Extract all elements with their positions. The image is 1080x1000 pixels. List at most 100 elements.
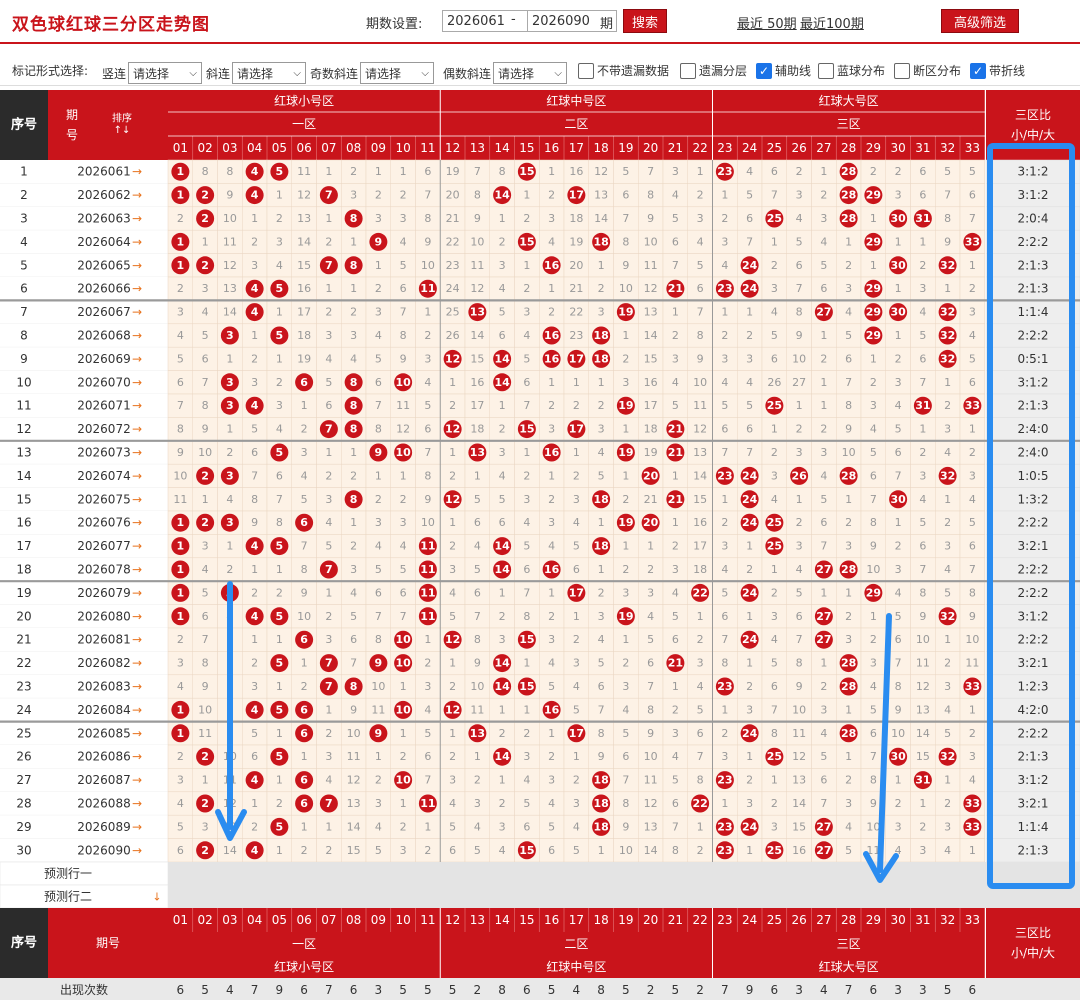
arrow-right-icon[interactable]: → — [132, 375, 142, 389]
arrow-right-icon[interactable]: → — [132, 469, 142, 483]
aux-line-option[interactable]: ✓ 辅助线 — [756, 62, 811, 79]
missing-count: 4 — [721, 376, 728, 389]
missing-count: 1 — [325, 703, 332, 716]
row-period: 2026077 — [77, 539, 130, 553]
missing-count: 7 — [350, 657, 357, 670]
sort-arrows-icon[interactable]: ↑↓ — [114, 125, 131, 136]
missing-count: 17 — [470, 399, 484, 412]
predict-row-cell[interactable] — [168, 885, 1080, 908]
arrow-right-icon[interactable]: → — [132, 797, 142, 811]
number-header-label: 13 — [470, 141, 485, 155]
odd-diagonal-select[interactable]: 请选择 ⌵ — [360, 62, 435, 84]
row-index: 23 — [16, 680, 31, 694]
missing-count: 10 — [347, 727, 361, 740]
recent-100-link[interactable]: 最近100期 — [800, 13, 864, 32]
missing-count: 11 — [347, 750, 361, 763]
missing-count: 4 — [548, 657, 555, 670]
arrow-right-icon[interactable]: → — [132, 305, 142, 319]
arrow-right-icon[interactable]: → — [132, 399, 142, 413]
row-index: 10 — [16, 375, 31, 389]
row-index: 13 — [16, 446, 31, 460]
arrow-right-icon[interactable]: → — [132, 656, 142, 670]
aux-line-checkbox[interactable]: ✓ — [756, 62, 772, 79]
arrow-right-icon[interactable]: → — [132, 492, 142, 506]
arrow-right-icon[interactable]: → — [132, 516, 142, 530]
no-missing-data-checkbox[interactable] — [578, 62, 594, 79]
arrow-right-icon[interactable]: → — [132, 258, 142, 272]
missing-count: 5 — [944, 727, 951, 740]
arrow-right-icon[interactable]: → — [132, 586, 142, 600]
missing-count: 12 — [644, 797, 658, 810]
missing-count: 2 — [325, 610, 332, 623]
arrow-right-icon[interactable]: → — [132, 235, 142, 249]
missing-count: 2 — [400, 493, 407, 506]
arrow-right-icon[interactable]: → — [132, 352, 142, 366]
missing-layer-checkbox[interactable] — [680, 62, 696, 79]
arrow-right-icon[interactable]: → — [132, 773, 142, 787]
arrow-right-icon[interactable]: → — [132, 820, 142, 834]
arrow-right-icon[interactable]: → — [132, 703, 142, 717]
arrow-right-icon[interactable]: → — [132, 329, 142, 343]
arrow-right-icon[interactable]: → — [132, 843, 142, 857]
broken-zone-checkbox[interactable] — [894, 62, 910, 79]
missing-count: 1 — [746, 750, 753, 763]
missing-count: 4 — [944, 446, 951, 459]
arrow-right-icon[interactable]: → — [132, 165, 142, 179]
arrow-right-icon[interactable]: → — [132, 539, 142, 553]
arrow-right-icon[interactable]: → — [132, 726, 142, 740]
drawn-ball-number: 2 — [201, 797, 209, 810]
missing-count: 2 — [301, 680, 308, 693]
arrow-down-icon[interactable]: ↓ — [152, 891, 161, 904]
no-missing-data-option[interactable]: 不带遗漏数据 — [578, 62, 669, 79]
search-button[interactable]: 搜索 — [623, 9, 667, 33]
arrow-right-icon[interactable]: → — [132, 446, 142, 460]
missing-layer-option[interactable]: 遗漏分层 — [680, 62, 747, 79]
missing-count: 1 — [548, 586, 555, 599]
arrow-right-icon[interactable]: → — [132, 750, 142, 764]
vertical-link-select[interactable]: 请选择 ⌵ — [128, 62, 203, 84]
broken-zone-option[interactable]: 断区分布 — [894, 62, 961, 79]
missing-count: 4 — [820, 235, 827, 248]
drawn-ball-number: 2 — [201, 516, 209, 529]
arrow-right-icon[interactable]: → — [132, 212, 142, 226]
predict-row-cell[interactable] — [168, 862, 1080, 885]
recent-50-link[interactable]: 最近 50期 — [737, 13, 797, 32]
drawn-ball-number: 8 — [350, 376, 358, 389]
zone-ratio: 0:5:1 — [1018, 352, 1049, 366]
arrow-right-icon[interactable]: → — [132, 680, 142, 694]
arrow-right-icon[interactable]: → — [132, 609, 142, 623]
diagonal-link-select[interactable]: 请选择 ⌵ — [232, 62, 307, 84]
advanced-filter-button[interactable]: 高级筛选 — [941, 9, 1019, 33]
missing-count: 4 — [870, 680, 877, 693]
missing-count: 6 — [424, 750, 431, 763]
blue-ball-checkbox[interactable] — [818, 62, 834, 79]
missing-count: 4 — [944, 703, 951, 716]
missing-count: 7 — [672, 820, 679, 833]
missing-count: 21 — [446, 212, 460, 225]
blue-ball-option[interactable]: 蓝球分布 — [818, 62, 885, 79]
ratio-footer-label: 三区比 — [1015, 926, 1051, 940]
arrow-right-icon[interactable]: → — [132, 563, 142, 577]
missing-count: 5 — [870, 703, 877, 716]
period-start-input[interactable] — [442, 10, 532, 32]
missing-count: 1 — [697, 820, 704, 833]
arrow-right-icon[interactable]: → — [132, 422, 142, 436]
arrow-right-icon[interactable]: → — [132, 633, 142, 647]
missing-count: 3 — [672, 563, 679, 576]
even-diagonal-select[interactable]: 请选择 ⌵ — [493, 62, 568, 84]
row-index: 1 — [20, 165, 28, 179]
arrow-right-icon[interactable]: → — [132, 282, 142, 296]
drawn-ball-number: 15 — [519, 165, 534, 178]
missing-count: 2 — [523, 469, 530, 482]
missing-count: 3 — [721, 235, 728, 248]
missing-count: 13 — [223, 282, 237, 295]
arrow-right-icon[interactable]: → — [132, 188, 142, 202]
polyline-checkbox[interactable]: ✓ — [970, 62, 986, 79]
row-period: 2026072 — [77, 422, 130, 436]
missing-count: 5 — [375, 352, 382, 365]
missing-count: 4 — [548, 540, 555, 553]
missing-count: 2 — [325, 306, 332, 319]
missing-count: 18 — [297, 329, 311, 342]
polyline-option[interactable]: ✓ 带折线 — [970, 62, 1025, 79]
missing-count: 6 — [424, 423, 431, 436]
